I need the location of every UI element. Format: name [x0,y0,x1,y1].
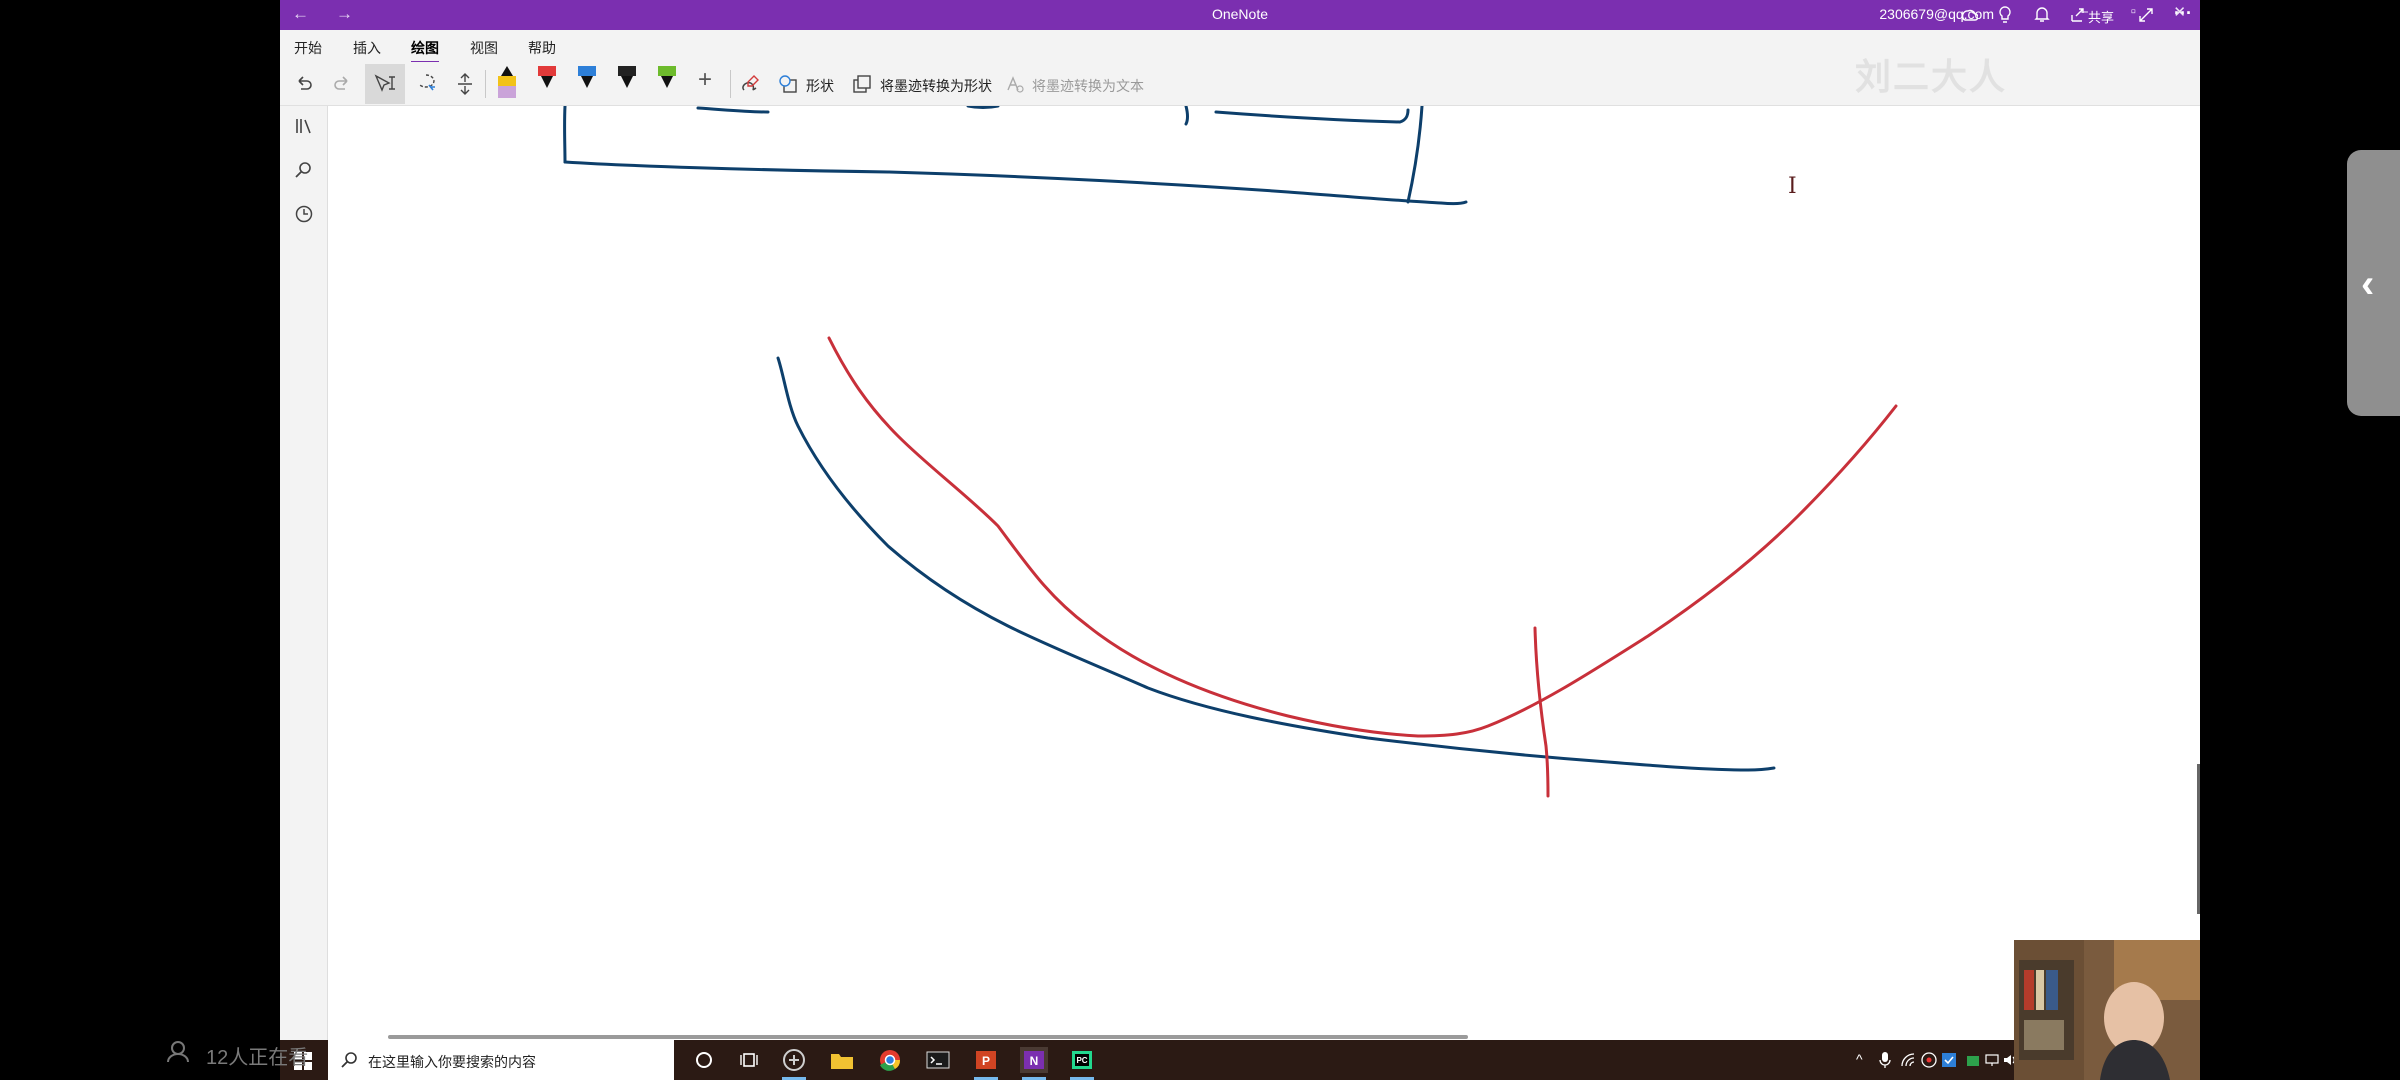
onenote-window: ← → OneNote 2306679@qq.com 共享 ··· – ▫ ✕ … [280,0,2200,1040]
black-pen-icon[interactable] [498,66,516,100]
tab-help[interactable]: 帮助 [528,38,556,58]
windows-taskbar: 在这里输入你要搜索的内容 P N PC ^ [280,1040,2200,1080]
ink-box-right-edge [1406,106,1424,204]
wifi-tray-icon[interactable] [1900,1052,1916,1068]
lasso-select-icon[interactable] [414,72,438,96]
ink-inner-line-2 [966,106,1000,109]
ink-to-text-button: 将墨迹转换为文本 [1032,78,1144,94]
ink-to-shape-button[interactable]: 将墨迹转换为形状 [880,76,992,96]
ink-box-bottom [563,160,1468,206]
terminal-icon[interactable] [924,1047,952,1073]
undo-icon[interactable] [294,73,314,93]
note-canvas[interactable]: I [328,106,2200,1040]
microphone-icon[interactable] [1878,1051,1892,1069]
title-bar: ← → OneNote 2306679@qq.com 共享 ··· – ▫ ✕ [280,0,2200,30]
file-explorer-icon[interactable] [828,1047,856,1073]
convert-shape-icon[interactable] [852,74,872,94]
tab-insert[interactable]: 插入 [353,38,381,58]
shapes-button[interactable]: 形状 [806,76,834,96]
fullscreen-icon[interactable] [2138,7,2154,23]
ink-inner-line-3 [1184,106,1189,126]
taskbar-search-input[interactable]: 在这里输入你要搜索的内容 [368,1052,536,1072]
svg-text:N: N [1030,1054,1039,1068]
green-pen-icon[interactable] [658,66,676,100]
viewers-icon [167,1041,189,1063]
cortana-icon[interactable] [690,1047,718,1073]
tab-view[interactable]: 视图 [470,38,498,58]
chrome-icon[interactable] [876,1047,904,1073]
share-button[interactable]: 共享 [2088,7,2114,26]
maximize-button[interactable]: ▫ [2131,3,2136,20]
close-button[interactable]: ✕ [2173,3,2186,21]
ink-inner-line-4 [1214,108,1410,124]
svg-text:PC: PC [1076,1056,1087,1065]
vertical-scrollbar[interactable] [2197,764,2200,914]
task-view-icon[interactable] [736,1047,764,1073]
side-drawer-handle[interactable]: ‹ [2347,150,2400,416]
chevron-left-icon: ‹ [2361,262,2375,306]
ink-inner-line-1 [696,106,770,114]
left-nav-rail [280,106,328,1040]
notebooks-icon[interactable] [294,116,314,136]
tray-app-icon[interactable] [1920,1051,1938,1069]
shapes-icon[interactable] [778,74,798,94]
svg-text:P: P [982,1054,990,1068]
search-icon[interactable] [294,160,314,180]
webcam-overlay [2014,940,2200,1080]
tray-expand-icon[interactable]: ^ [1856,1051,1863,1067]
black-pen-2-icon[interactable] [618,66,636,100]
onenote-icon[interactable]: N [1020,1047,1048,1080]
horizontal-scrollbar[interactable] [388,1035,1468,1039]
add-pen-icon[interactable]: + [698,68,712,92]
add-space-icon[interactable] [456,72,474,96]
lightbulb-icon[interactable] [1998,6,2012,24]
viewer-count: 12人正在看 [206,1047,309,1069]
minimize-button[interactable]: – [2080,3,2088,20]
type-select-icon [374,74,395,92]
screen: ← → OneNote 2306679@qq.com 共享 ··· – ▫ ✕ … [0,0,2400,1080]
taskbar-search-icon [341,1052,357,1068]
red-pen-icon[interactable] [538,66,556,100]
powerpoint-icon[interactable]: P [972,1047,1000,1080]
tab-draw[interactable]: 绘图 [411,38,439,64]
recent-clock-icon[interactable] [294,204,314,224]
watermark-text: 刘二大人 [1855,56,2008,97]
tab-home[interactable]: 开始 [294,38,322,58]
ink-to-shape-tool-icon[interactable] [738,72,762,96]
text-cursor-icon: I [1788,174,1797,199]
blue-pen-icon[interactable] [578,66,596,100]
taskbar-search-box[interactable]: 在这里输入你要搜索的内容 [328,1040,674,1080]
tray-green-icon[interactable] [1964,1051,1982,1069]
taskbar-app-pycharm-alt-icon[interactable] [780,1047,808,1080]
bell-icon[interactable] [2034,6,2050,24]
ink-drawing[interactable] [328,106,2200,1040]
redo-icon[interactable] [332,73,352,93]
security-tray-icon[interactable] [1940,1051,1958,1069]
ink-red-vertical-line [1533,626,1550,798]
ink-blue-curve [776,356,1776,772]
sync-icon[interactable] [1960,7,1978,23]
ink-red-curve [827,336,1898,738]
convert-text-icon [1007,76,1024,93]
pycharm-icon[interactable]: PC [1068,1047,1096,1080]
network-tray-icon[interactable] [1984,1052,2000,1068]
presenter-video-icon [2014,940,2200,1080]
